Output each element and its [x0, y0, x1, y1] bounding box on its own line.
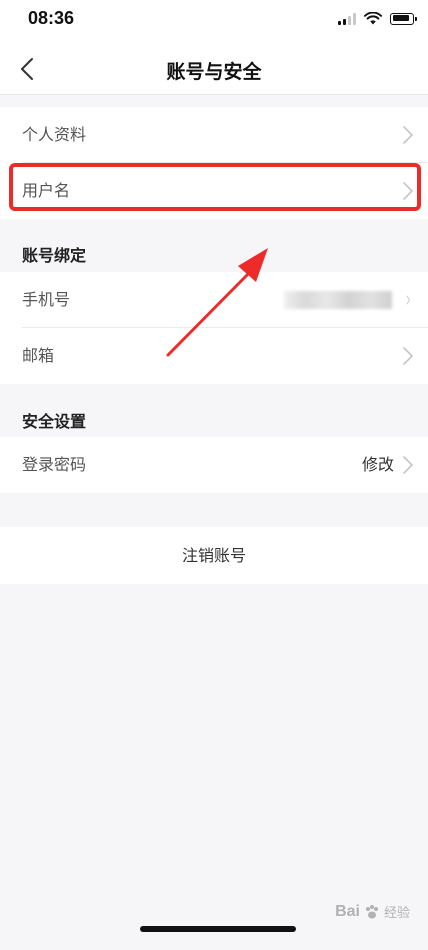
watermark-brand: Bai	[335, 902, 360, 920]
row-value-modify: 修改	[361, 455, 394, 474]
watermark: Bai 经验	[335, 902, 410, 922]
page-title: 账号与安全	[166, 61, 262, 83]
nav-bar: 账号与安全	[0, 44, 428, 95]
chevron-right-icon	[406, 295, 410, 305]
paw-icon	[365, 904, 378, 918]
status-bar: 08:36	[0, 0, 428, 44]
chevron-right-icon	[403, 347, 413, 365]
wifi-icon	[364, 12, 382, 25]
blurred-phone-value	[284, 291, 392, 309]
highlight-box	[9, 163, 421, 211]
section-header-binding: 账号绑定	[22, 246, 87, 265]
chevron-right-icon	[403, 456, 413, 474]
status-time: 08:36	[28, 8, 75, 28]
row-label: 邮箱	[22, 346, 55, 365]
status-icons	[338, 12, 417, 25]
watermark-text: 经验	[383, 906, 410, 921]
row-label: 个人资料	[22, 125, 87, 144]
home-indicator	[140, 926, 296, 932]
battery-icon	[390, 12, 417, 25]
row-login-password[interactable]: 登录密码 修改	[0, 437, 428, 493]
deregister-label: 注销账号	[181, 546, 246, 565]
security-group: 登录密码 修改	[0, 437, 428, 493]
signal-icon	[338, 12, 356, 25]
row-label: 手机号	[22, 290, 71, 309]
deregister-button[interactable]: 注销账号	[0, 527, 428, 584]
chevron-right-icon	[403, 126, 413, 144]
arrow-annotation	[166, 248, 268, 357]
row-personal-info[interactable]: 个人资料	[0, 107, 428, 163]
row-label: 登录密码	[22, 455, 87, 474]
section-header-security: 安全设置	[22, 412, 87, 431]
